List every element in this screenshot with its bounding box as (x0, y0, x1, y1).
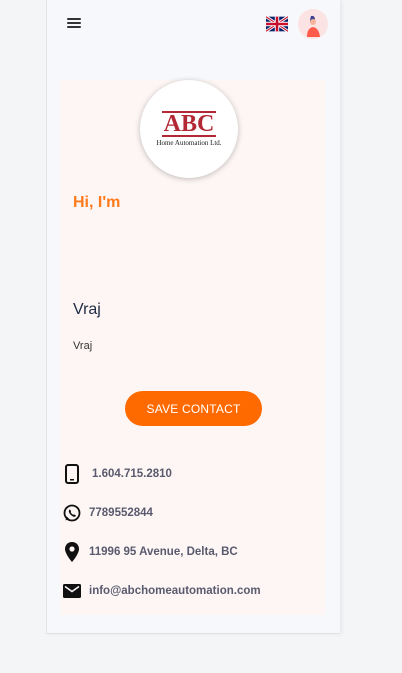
logo-main-text: ABC (161, 111, 217, 137)
contact-email-text: info@abchomeautomation.com (89, 585, 261, 597)
contact-phone-row[interactable]: 1.604.715.2810 (63, 463, 172, 485)
whatsapp-icon (63, 503, 81, 523)
contact-address-row[interactable]: 11996 95 Avenue, Delta, BC (63, 541, 238, 563)
hamburger-menu-icon[interactable] (67, 18, 81, 30)
profile-name: Vraj (73, 301, 101, 318)
email-icon (63, 581, 81, 601)
contact-whatsapp-row[interactable]: 7789552844 (63, 502, 153, 524)
greeting-text: Hi, I'm (73, 194, 121, 211)
uk-flag-icon[interactable] (266, 16, 288, 32)
user-avatar-icon[interactable] (298, 9, 328, 39)
contact-address-text: 11996 95 Avenue, Delta, BC (89, 546, 238, 558)
company-logo: ABC Home Automation Ltd. (140, 80, 238, 178)
top-bar (47, 0, 340, 50)
profile-subtitle: Vraj (73, 340, 93, 352)
location-pin-icon (63, 542, 81, 562)
contact-phone-text: 1.604.715.2810 (92, 468, 172, 480)
contact-whatsapp-text: 7789552844 (89, 507, 153, 519)
logo-sub-text: Home Automation Ltd. (156, 139, 222, 147)
mobile-phone-icon (63, 464, 81, 484)
phone-frame: ABC Home Automation Ltd. Hi, I'm Vraj Vr… (46, 0, 340, 634)
save-contact-button[interactable]: SAVE CONTACT (125, 391, 262, 426)
contact-email-row[interactable]: info@abchomeautomation.com (63, 580, 261, 602)
